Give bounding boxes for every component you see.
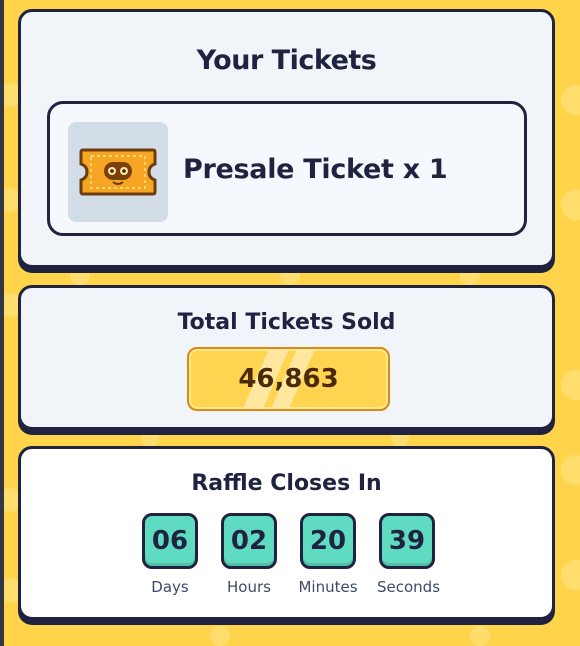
raffle-countdown-card: Raffle Closes In 06 Days 02 Hours 20 Min… bbox=[18, 446, 555, 620]
countdown-seconds: 39 Seconds bbox=[377, 513, 441, 596]
total-sold-card: Total Tickets Sold 46,863 bbox=[18, 285, 555, 430]
left-panel-edge bbox=[0, 0, 4, 646]
your-tickets-card: Your Tickets Presale Ticket x 1 bbox=[18, 9, 555, 268]
countdown-minutes: 20 Minutes bbox=[298, 513, 358, 596]
countdown-days-label: Days bbox=[151, 578, 189, 596]
total-sold-value: 46,863 bbox=[238, 364, 339, 394]
countdown-hours: 02 Hours bbox=[219, 513, 279, 596]
countdown-minutes-label: Minutes bbox=[298, 578, 358, 596]
countdown-seconds-label: Seconds bbox=[377, 578, 441, 596]
total-sold-badge: 46,863 bbox=[187, 347, 390, 411]
ticket-item-label: Presale Ticket x 1 bbox=[183, 154, 448, 185]
ticket-item[interactable]: Presale Ticket x 1 bbox=[47, 101, 527, 236]
your-tickets-title: Your Tickets bbox=[196, 45, 377, 76]
presale-ticket-icon bbox=[79, 148, 157, 196]
countdown-hours-label: Hours bbox=[227, 578, 271, 596]
countdown-seconds-value: 39 bbox=[379, 513, 435, 569]
total-sold-title: Total Tickets Sold bbox=[177, 310, 396, 335]
countdown-hours-value: 02 bbox=[221, 513, 277, 569]
countdown-minutes-value: 20 bbox=[300, 513, 356, 569]
raffle-closes-title: Raffle Closes In bbox=[191, 471, 382, 496]
countdown-days-value: 06 bbox=[142, 513, 198, 569]
ticket-thumbnail bbox=[68, 122, 168, 222]
countdown-days: 06 Days bbox=[140, 513, 200, 596]
